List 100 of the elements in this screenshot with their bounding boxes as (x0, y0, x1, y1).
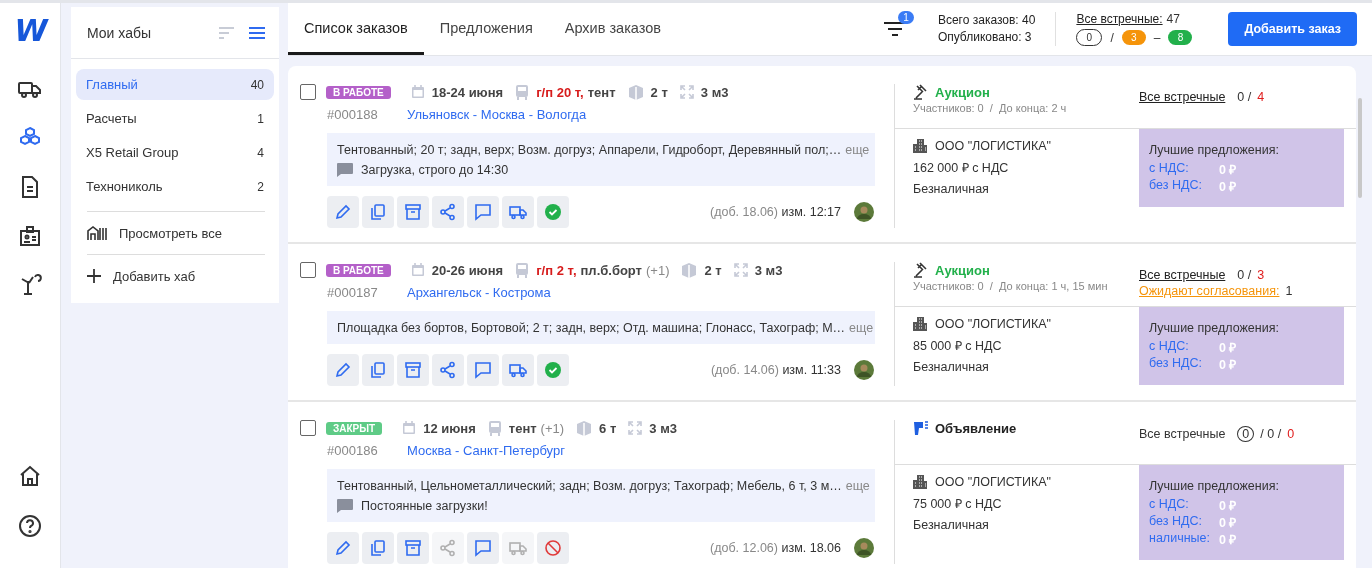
route-link[interactable]: Ульяновск - Москва - Вологда (407, 106, 587, 122)
calendar-icon (410, 85, 425, 99)
vehicle-capacity: г/п 20 т, (536, 84, 584, 100)
counter-value: / 0 / (1260, 427, 1282, 441)
comment-text: Постоянные загрузки! (361, 499, 488, 513)
edit-button[interactable] (327, 196, 359, 228)
description-text: Тентованный, Цельнометаллический; задн; Возм. догруз; Тахограф; Мебель, 6 т, 3 м… (337, 479, 842, 493)
cargo-weight: 6 т (599, 420, 617, 436)
best-offer-label: наличные: (1149, 531, 1211, 547)
hub-action-link[interactable]: Добавить хаб (113, 268, 196, 284)
archive-button[interactable] (397, 532, 429, 564)
archive-button[interactable] (397, 196, 429, 228)
counter-offers-label[interactable]: Все встречные (1139, 90, 1226, 104)
id-card-icon[interactable] (18, 224, 42, 248)
truck-button[interactable] (502, 354, 534, 386)
expand-icon (733, 263, 748, 277)
pencil-icon (334, 361, 352, 379)
copy-button[interactable] (362, 532, 394, 564)
calendar-icon (410, 263, 425, 277)
published-count: Опубликовано: 3 (937, 29, 1033, 46)
hub-item[interactable]: X5 Retail Group 4 (76, 137, 274, 168)
gavel-icon (913, 84, 929, 100)
copy-button[interactable] (362, 196, 394, 228)
counter-offers-total: 47 (1166, 12, 1180, 26)
filter-count-badge: 1 (898, 11, 914, 24)
confirm-button[interactable] (537, 354, 569, 386)
bus-icon (487, 420, 502, 436)
hub-item[interactable]: Технониколь 2 (76, 171, 274, 202)
carrier-name: ООО "ЛОГИСТИКА" (935, 317, 1052, 331)
chat-icon (474, 361, 492, 379)
count-pill: 8 (1168, 30, 1193, 45)
order-dates: 20-26 июня (431, 262, 504, 278)
archive-icon (404, 539, 422, 557)
copy-icon (369, 539, 387, 557)
route-link[interactable]: Москва - Санкт-Петербург (407, 442, 565, 458)
counter-value: 0 / (1237, 268, 1252, 282)
hub-label: Главный (86, 77, 138, 92)
best-offer-label: без НДС: (1149, 514, 1203, 530)
description-text: Тентованный; 20 т; задн, верх; Возм. догруз; Аппарели, Гидроборт, Деревянный пол;… (337, 143, 842, 157)
building-icon (913, 475, 927, 489)
share-button[interactable] (432, 196, 464, 228)
plus-icon (87, 269, 101, 283)
vehicle-body: тент (587, 84, 616, 100)
order-number: #000187 (327, 284, 379, 300)
hub-item[interactable]: Расчеты 1 (76, 103, 274, 134)
count-pill: 3 (1121, 30, 1146, 45)
calendar-icon (402, 421, 417, 435)
menu-icon[interactable] (249, 26, 265, 39)
cancel-button[interactable] (537, 532, 569, 564)
scrollbar[interactable] (1358, 98, 1362, 198)
expand-icon (628, 421, 643, 435)
offer-price: 162 000 ₽ с НДС (913, 160, 1010, 176)
carrier-name: ООО "ЛОГИСТИКА" (935, 139, 1052, 153)
vehicle-body: пл.б.борт (580, 262, 642, 278)
pending-count: 1 (1285, 284, 1293, 298)
share-button[interactable] (432, 354, 464, 386)
best-offers-title: Лучшие предложения: (1149, 143, 1280, 157)
chat-button[interactable] (467, 532, 499, 564)
checkbox[interactable] (300, 420, 316, 436)
counter-value: 0 (1287, 427, 1295, 441)
tab[interactable]: Предложения (423, 3, 549, 55)
add-order-button[interactable]: Добавить заказ (1228, 12, 1357, 46)
order-dates: 12 июня (423, 420, 476, 436)
truck-icon (509, 361, 527, 379)
archive-button[interactable] (397, 354, 429, 386)
hub-item[interactable]: Главный 40 (76, 69, 274, 100)
best-offer-label: без НДС: (1149, 178, 1203, 194)
chat-button[interactable] (467, 196, 499, 228)
megaphone-icon (913, 420, 929, 436)
box-icon (627, 84, 644, 100)
best-offer-label: с НДС: (1149, 339, 1190, 355)
hub-action-link[interactable]: Просмотреть все (119, 225, 222, 241)
status-badge: В РАБОТЕ (326, 85, 391, 99)
edit-button[interactable] (327, 354, 359, 386)
logo[interactable]: W (14, 15, 46, 47)
counter-offers-label[interactable]: Все встречные (1139, 268, 1226, 282)
expand-icon (679, 85, 694, 99)
buildings-icon (87, 225, 107, 241)
modified-time: изм. 12:17 (781, 205, 841, 219)
vehicle-body: тент (508, 420, 537, 436)
checkbox[interactable] (300, 84, 316, 100)
best-offer-value: 0 ₽ (1219, 340, 1237, 356)
copy-icon (369, 203, 387, 221)
tab[interactable]: Список заказов (288, 3, 424, 55)
home-icon[interactable] (18, 464, 42, 488)
route-link[interactable]: Архангельск - Кострома (407, 284, 551, 300)
confirm-button[interactable] (537, 196, 569, 228)
chat-button[interactable] (467, 354, 499, 386)
copy-button[interactable] (362, 354, 394, 386)
help-icon[interactable] (18, 514, 42, 538)
counter-offers-link[interactable]: Все встречные: (1076, 12, 1163, 26)
checkbox[interactable] (300, 262, 316, 278)
vehicle-extra: (+1) (646, 262, 670, 278)
truck-button[interactable] (502, 196, 534, 228)
total-orders: Всего заказов: 40 (937, 12, 1036, 29)
best-offers-title: Лучшие предложения: (1149, 479, 1280, 493)
tab[interactable]: Архив заказов (548, 3, 677, 55)
edit-button[interactable] (327, 532, 359, 564)
best-offer-value: 0 ₽ (1219, 532, 1237, 548)
modified-time: изм. 11:33 (782, 363, 841, 377)
